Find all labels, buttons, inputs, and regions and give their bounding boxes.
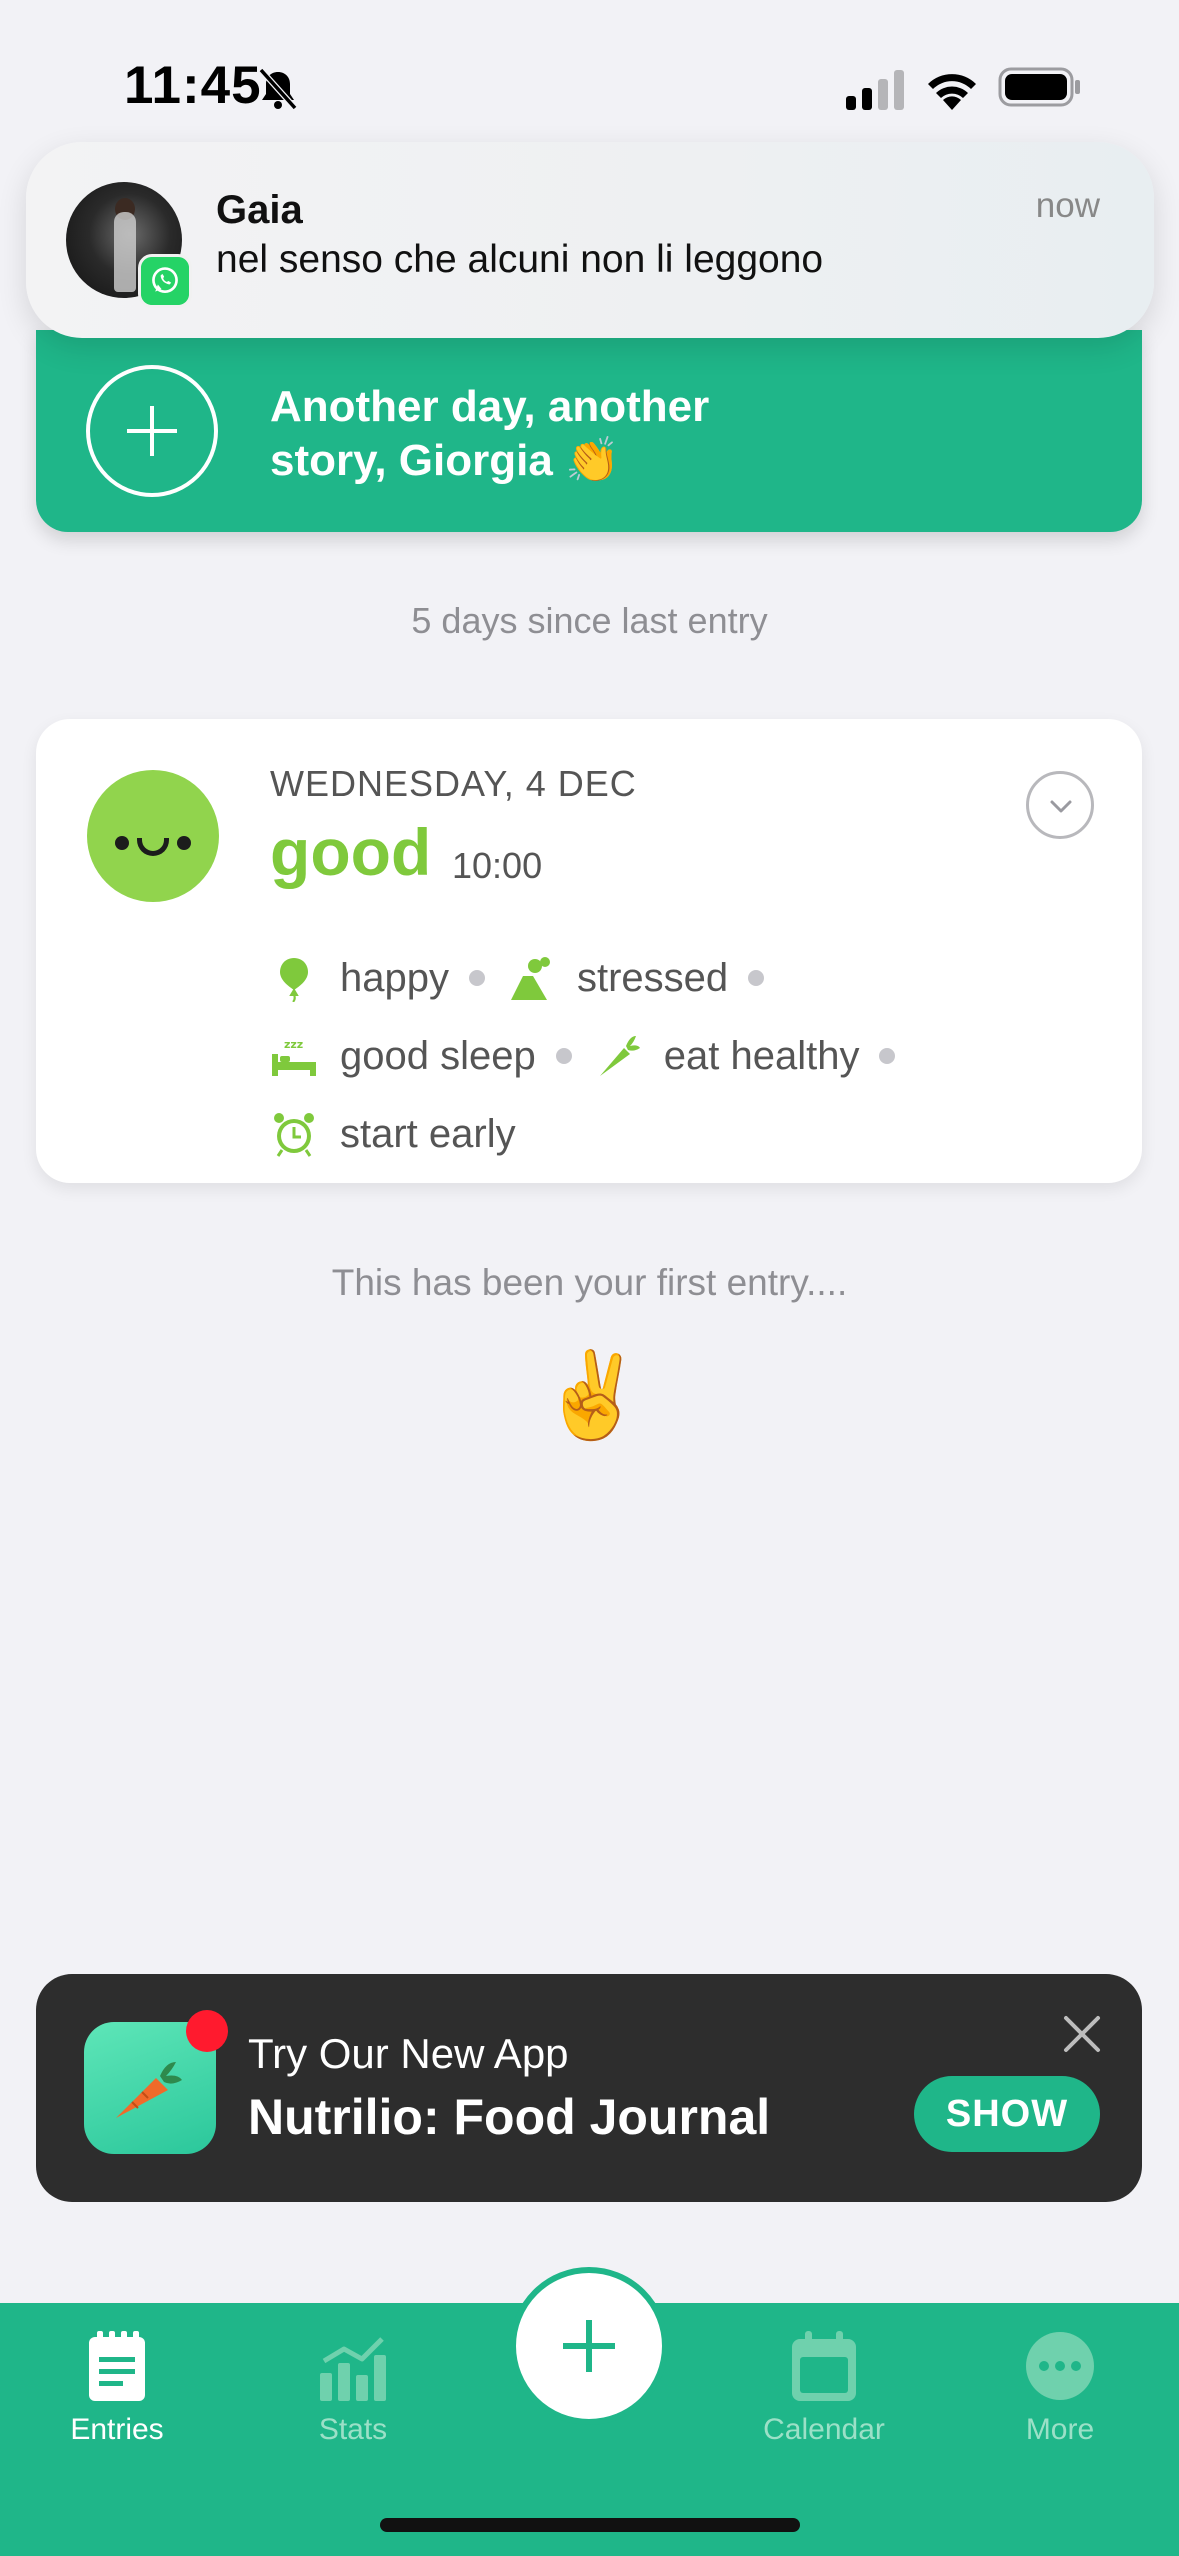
notification-sender: Gaia <box>216 188 303 232</box>
battery-icon <box>998 67 1080 107</box>
activity-row: zzz good sleep eat healthy <box>270 1026 917 1086</box>
promo-subtitle: Try Our New App <box>248 2030 569 2077</box>
activity-label: good sleep <box>340 1033 536 1078</box>
promo-banner[interactable]: Try Our New App Nutrilio: Food Journal S… <box>36 1974 1142 2202</box>
close-icon[interactable] <box>1060 2012 1104 2056</box>
whatsapp-icon <box>138 254 192 308</box>
svg-text:zzz: zzz <box>284 1038 303 1051</box>
balloon-icon <box>280 958 308 1002</box>
add-entry-plus-icon[interactable] <box>86 365 218 497</box>
separator-dot <box>468 970 485 986</box>
entry-card[interactable]: WEDNESDAY, 4 DEC good 10:00 happy stress… <box>36 719 1142 1183</box>
days-since-last-entry: 5 days since last entry <box>411 600 768 641</box>
tab-label: Calendar <box>763 2413 885 2446</box>
wifi-icon <box>928 74 976 110</box>
notepad-icon <box>89 2331 145 2401</box>
notification-time: now <box>1035 186 1100 225</box>
tab-label: Entries <box>70 2413 164 2446</box>
carrot-icon <box>116 2062 182 2118</box>
tab-more[interactable]: More <box>960 2329 1160 2469</box>
show-button[interactable]: SHOW <box>914 2076 1100 2152</box>
notification-badge <box>186 2010 228 2052</box>
activity-row: happy stressed <box>270 948 786 1008</box>
peace-hand-emoji: ✌️ <box>540 1348 645 1442</box>
activity-label: eat healthy <box>663 1033 860 1078</box>
more-dots-icon <box>1026 2332 1094 2400</box>
tab-label: More <box>1025 2413 1095 2446</box>
carrot-icon <box>599 1036 640 1076</box>
alarm-clock-icon <box>274 1113 314 1157</box>
status-time: 11:45 <box>124 56 262 115</box>
stats-chart-icon <box>320 2337 386 2401</box>
tab-stats[interactable]: Stats <box>253 2329 453 2469</box>
chevron-down-icon <box>1050 800 1072 813</box>
tab-entries[interactable]: Entries <box>17 2329 217 2469</box>
first-entry-message: This has been your first entry.... <box>331 1262 848 1303</box>
entry-mood: good <box>270 815 432 889</box>
activity-label: happy <box>340 955 449 1000</box>
volcano-icon <box>510 957 550 1000</box>
separator-dot <box>748 970 765 986</box>
activity-label: stressed <box>576 955 729 1000</box>
add-entry-button[interactable] <box>510 2267 668 2425</box>
new-entry-greeting: Another day, another story, Giorgia 👏 <box>270 382 710 485</box>
bell-off-icon <box>258 67 298 111</box>
entry-date: WEDNESDAY, 4 DEC <box>270 763 637 804</box>
tab-calendar[interactable]: Calendar <box>724 2329 924 2469</box>
whatsapp-notification[interactable]: Gaia nel senso che alcuni non li leggono… <box>26 142 1154 338</box>
new-entry-banner[interactable]: Another day, another story, Giorgia 👏 <box>36 330 1142 532</box>
notification-message: nel senso che alcuni non li leggono <box>216 238 824 281</box>
activity-label: start early <box>340 1111 516 1156</box>
separator-dot <box>879 1048 896 1064</box>
home-indicator <box>380 2518 800 2532</box>
tab-label: Stats <box>318 2413 388 2446</box>
calendar-icon <box>792 2331 856 2401</box>
signal-icon <box>846 70 904 110</box>
bed-icon: zzz <box>272 1038 316 1076</box>
entry-time: 10:00 <box>452 845 543 886</box>
mood-face-icon <box>87 770 219 902</box>
promo-title: Nutrilio: Food Journal <box>248 2089 771 2145</box>
separator-dot <box>555 1048 572 1064</box>
expand-entry-button[interactable] <box>1026 771 1094 839</box>
activity-row: start early <box>270 1104 516 1164</box>
